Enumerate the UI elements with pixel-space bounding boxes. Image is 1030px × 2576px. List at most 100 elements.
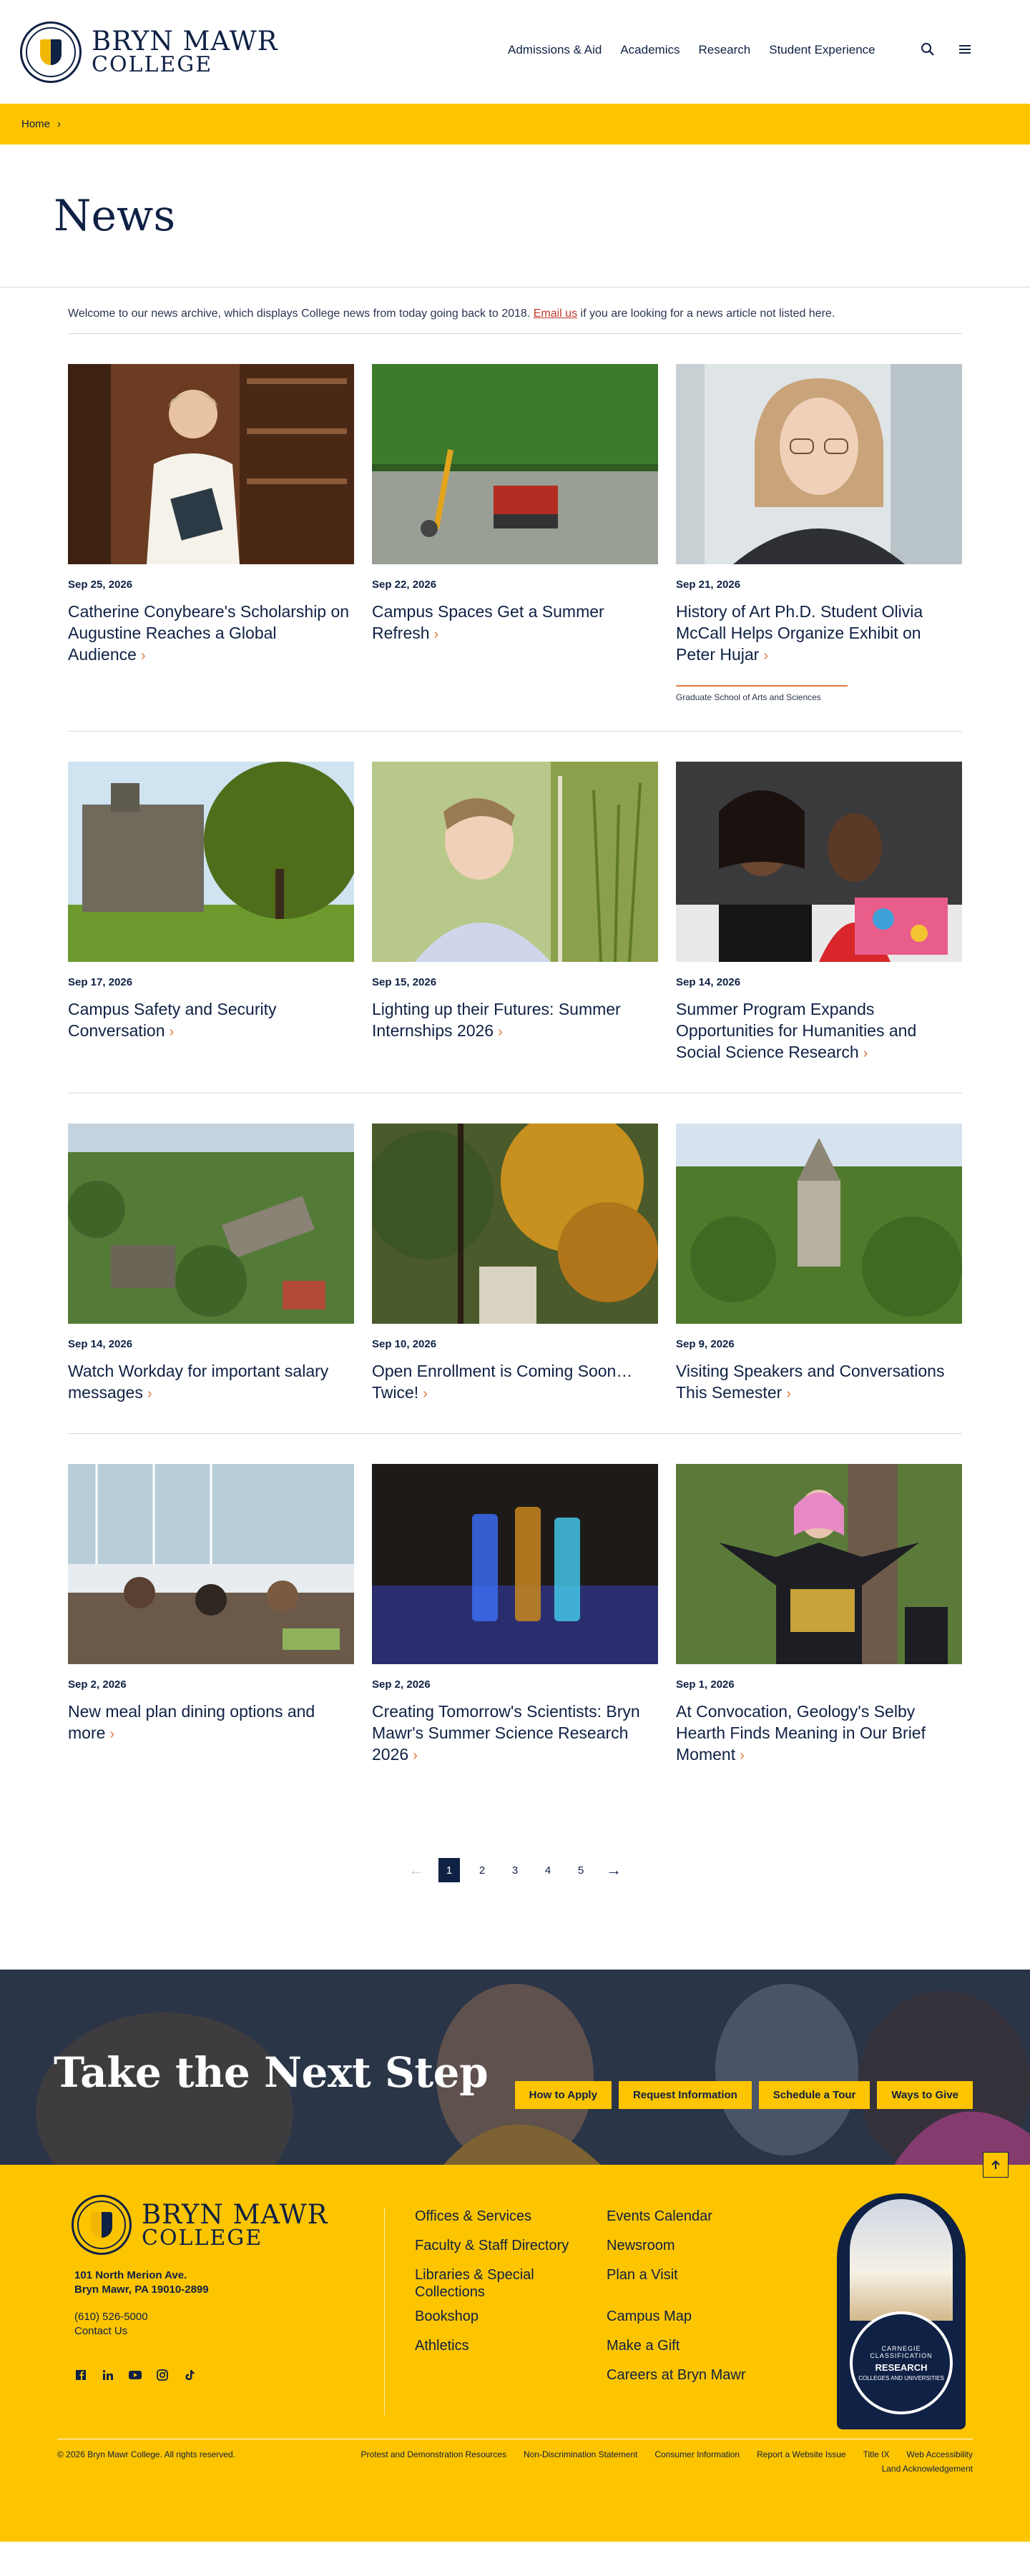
footer-link[interactable]: Offices & Services [415, 2208, 607, 2230]
page-2[interactable]: 2 [471, 1858, 493, 1882]
footer-link[interactable]: Athletics [415, 2337, 607, 2359]
chevron-right-icon: › [863, 1046, 868, 1061]
footer-link[interactable]: Bookshop [415, 2308, 607, 2330]
footer-link[interactable]: Events Calendar [607, 2208, 793, 2230]
youtube-icon[interactable] [129, 2369, 142, 2381]
nav-academics[interactable]: Academics [620, 43, 680, 57]
page-5[interactable]: 5 [570, 1858, 592, 1882]
contact-us-link[interactable]: Contact Us [74, 2324, 148, 2339]
news-card[interactable]: Sep 14, 2026 Watch Workday for important… [68, 1124, 354, 1405]
schedule-tour-button[interactable]: Schedule a Tour [758, 2081, 870, 2109]
footer-link[interactable]: Plan a Visit [607, 2266, 793, 2301]
page-3[interactable]: 3 [504, 1858, 526, 1882]
menu-icon[interactable] [957, 41, 973, 57]
news-card[interactable]: Sep 14, 2026 Summer Program Expands Oppo… [676, 762, 962, 1064]
news-image-portrait-library[interactable] [68, 364, 354, 564]
chevron-right-icon: › [169, 1024, 175, 1040]
badge-line-1: CARNEGIE CLASSIFICATION [870, 2344, 933, 2359]
news-date: Sep 25, 2026 [68, 579, 133, 591]
page-1[interactable]: 1 [438, 1858, 460, 1882]
news-image-portrait-student[interactable] [676, 364, 962, 564]
news-card[interactable]: Sep 10, 2026 Open Enrollment is Coming S… [372, 1124, 658, 1405]
news-image-lab-vials[interactable] [372, 1464, 658, 1664]
news-image-dining-hall[interactable] [68, 1464, 354, 1664]
cta-title: Take the Next Step [54, 2048, 489, 2097]
legal-link[interactable]: Land Acknowledgement [882, 2464, 973, 2474]
nav-admissions[interactable]: Admissions & Aid [508, 43, 602, 57]
footer-brand-sub: COLLEGE [142, 2225, 263, 2251]
legal-link[interactable]: Web Accessibility [907, 2449, 973, 2459]
news-title[interactable]: History of Art Ph.D. Student Olivia McCa… [676, 601, 962, 667]
news-date: Sep 21, 2026 [676, 579, 741, 591]
chevron-right-icon: › [763, 648, 768, 664]
nav-student-experience[interactable]: Student Experience [769, 43, 875, 57]
news-image-aerial-tower[interactable] [676, 1124, 962, 1324]
footer-link[interactable]: Campus Map [607, 2308, 793, 2330]
news-image-autumn-trees[interactable] [372, 1124, 658, 1324]
facebook-icon[interactable] [74, 2369, 87, 2381]
news-card[interactable]: Sep 21, 2026 History of Art Ph.D. Studen… [676, 364, 962, 702]
news-card[interactable]: Sep 2, 2026 Creating Tomorrow's Scientis… [372, 1464, 658, 1766]
linkedin-icon[interactable] [102, 2369, 114, 2381]
news-card[interactable]: Sep 9, 2026 Visiting Speakers and Conver… [676, 1124, 962, 1405]
news-image-campus-building[interactable] [68, 762, 354, 962]
site-footer: BRYN MAWR COLLEGE 101 North Merion Ave. … [0, 2152, 1030, 2542]
footer-link[interactable]: Libraries & Special Collections [415, 2266, 607, 2301]
address-line-2: Bryn Mawr, PA 19010-2899 [74, 2284, 209, 2296]
chevron-right-icon: › [498, 1024, 503, 1040]
news-title[interactable]: Creating Tomorrow's Scientists: Bryn Maw… [372, 1701, 658, 1766]
ways-to-give-button[interactable]: Ways to Give [877, 2081, 973, 2109]
legal-link[interactable]: Title IX [863, 2449, 890, 2459]
chevron-right-icon: › [413, 1748, 418, 1764]
news-title[interactable]: New meal plan dining options and more › [68, 1701, 354, 1745]
news-title[interactable]: Open Enrollment is Coming Soon…Twice! › [372, 1360, 658, 1405]
next-page-icon[interactable]: → [603, 1858, 624, 1882]
news-image-construction[interactable] [372, 364, 658, 564]
phone-link[interactable]: (610) 526-5000 [74, 2310, 148, 2324]
news-image-students-laptops[interactable] [676, 762, 962, 962]
footer-link[interactable]: Make a Gift [607, 2337, 793, 2359]
news-card[interactable]: Sep 17, 2026 Campus Safety and Security … [68, 762, 354, 1064]
search-icon[interactable] [920, 41, 936, 57]
back-to-top-icon[interactable] [983, 2152, 1009, 2178]
news-card[interactable]: Sep 25, 2026 Catherine Conybeare's Schol… [68, 364, 354, 702]
nav-research[interactable]: Research [698, 43, 750, 57]
news-title[interactable]: At Convocation, Geology's Selby Hearth F… [676, 1701, 962, 1766]
breadcrumb-home[interactable]: Home [21, 118, 50, 130]
news-title[interactable]: Watch Workday for important salary messa… [68, 1360, 354, 1405]
news-card[interactable]: Sep 1, 2026 At Convocation, Geology's Se… [676, 1464, 962, 1766]
news-image-field-research[interactable] [372, 762, 658, 962]
news-title[interactable]: Campus Safety and Security Conversation › [68, 998, 354, 1043]
email-us-link[interactable]: Email us [534, 308, 577, 320]
footer-links: Offices & Services Events Calendar Facul… [415, 2208, 793, 2389]
footer-link[interactable]: Faculty & Staff Directory [415, 2237, 607, 2259]
legal-link[interactable]: Report a Website Issue [757, 2449, 846, 2459]
legal-link[interactable]: Non-Discrimination Statement [524, 2449, 637, 2459]
college-seal-icon [72, 2195, 132, 2255]
news-title[interactable]: Catherine Conybeare's Scholarship on Aug… [68, 601, 354, 667]
news-card[interactable]: Sep 22, 2026 Campus Spaces Get a Summer … [372, 364, 658, 702]
social-links [74, 2369, 196, 2381]
news-category-tag[interactable]: Graduate School of Arts and Sciences [676, 685, 848, 702]
footer-address: 101 North Merion Ave. Bryn Mawr, PA 1901… [74, 2268, 209, 2297]
footer-brand-logo[interactable]: BRYN MAWR COLLEGE [72, 2195, 328, 2255]
brand-logo[interactable]: BRYN MAWR COLLEGE [20, 21, 278, 83]
news-title[interactable]: Visiting Speakers and Conversations This… [676, 1360, 962, 1405]
prev-page-icon[interactable]: ← [406, 1858, 427, 1882]
footer-link[interactable]: Newsroom [607, 2237, 793, 2259]
news-title[interactable]: Campus Spaces Get a Summer Refresh › [372, 601, 658, 645]
news-title[interactable]: Summer Program Expands Opportunities for… [676, 998, 962, 1064]
news-title[interactable]: Lighting up their Futures: Summer Intern… [372, 998, 658, 1043]
news-image-convocation-speaker[interactable] [676, 1464, 962, 1664]
news-image-aerial-campus[interactable] [68, 1124, 354, 1324]
news-card[interactable]: Sep 2, 2026 New meal plan dining options… [68, 1464, 354, 1766]
request-information-button[interactable]: Request Information [618, 2081, 752, 2109]
news-card[interactable]: Sep 15, 2026 Lighting up their Futures: … [372, 762, 658, 1064]
legal-link[interactable]: Consumer Information [654, 2449, 740, 2459]
footer-link[interactable]: Careers at Bryn Mawr [607, 2366, 793, 2389]
legal-link[interactable]: Protest and Demonstration Resources [361, 2449, 506, 2459]
page-4[interactable]: 4 [537, 1858, 559, 1882]
instagram-icon[interactable] [156, 2369, 169, 2381]
tiktok-icon[interactable] [183, 2369, 196, 2381]
how-to-apply-button[interactable]: How to Apply [514, 2081, 612, 2109]
